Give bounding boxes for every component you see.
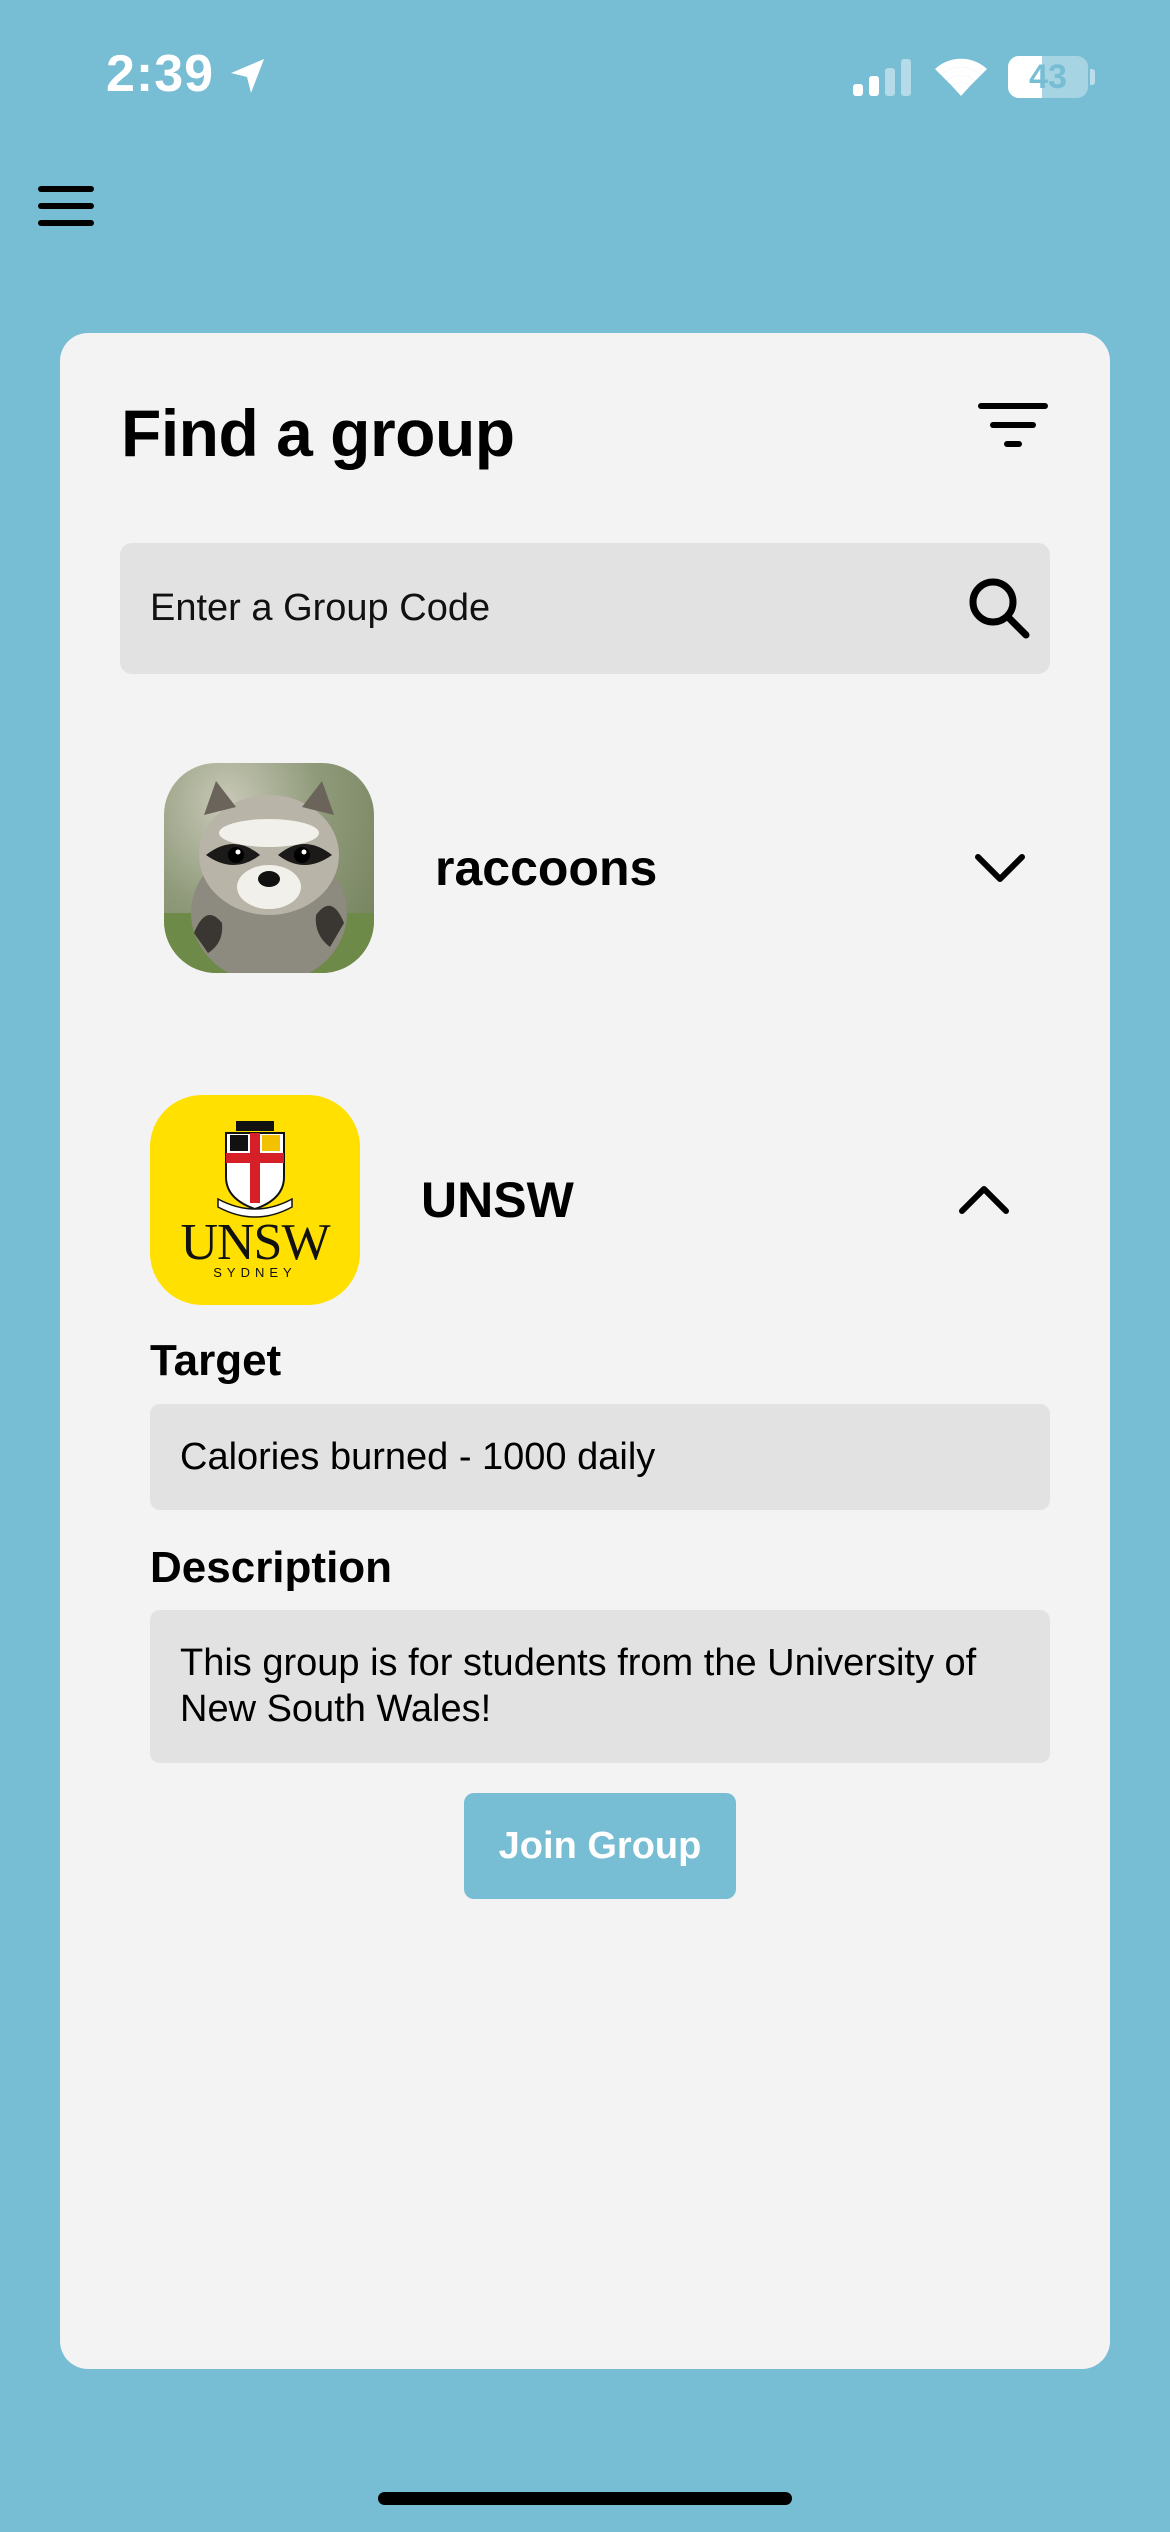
chevron-down-icon[interactable] xyxy=(974,851,1026,885)
target-field: Calories burned - 1000 daily xyxy=(150,1404,1050,1510)
search-box xyxy=(120,543,1050,674)
join-group-button[interactable]: Join Group xyxy=(464,1793,736,1899)
raccoon-avatar xyxy=(164,763,374,973)
battery-icon: 43 xyxy=(1008,56,1095,98)
page-title: Find a group xyxy=(121,396,515,470)
unsw-logo-text: UNSW xyxy=(180,1214,330,1271)
location-arrow-icon xyxy=(231,59,264,93)
search-icon[interactable] xyxy=(967,576,1031,640)
target-label: Target xyxy=(150,1336,282,1385)
unsw-avatar: UNSW SYDNEY xyxy=(150,1095,360,1305)
description-label: Description xyxy=(150,1543,393,1592)
status-time: 2:39 xyxy=(106,45,215,103)
wifi-icon xyxy=(935,58,987,96)
hamburger-menu-icon[interactable] xyxy=(38,186,94,226)
find-group-card: Find a group Enter a Group Code raccoons… xyxy=(60,333,1110,2369)
group-name-unsw: UNSW xyxy=(421,1172,574,1228)
home-indicator[interactable] xyxy=(378,2492,792,2505)
chevron-up-icon[interactable] xyxy=(958,1183,1010,1217)
description-field: This group is for students from the Univ… xyxy=(150,1610,1050,1763)
raccoon-photo xyxy=(164,781,374,973)
filter-icon[interactable] xyxy=(978,403,1048,449)
unsw-logo-subtext: SYDNEY xyxy=(213,1265,297,1280)
group-row-raccoons[interactable]: raccoons xyxy=(60,763,1110,973)
status-bar: 2:39 43 xyxy=(0,0,1170,150)
group-name-raccoons: raccoons xyxy=(435,840,658,896)
group-code-input[interactable] xyxy=(150,543,930,674)
cellular-signal-icon xyxy=(853,59,911,96)
group-row-unsw[interactable]: UNSW SYDNEY UNSW xyxy=(60,1095,1110,1305)
battery-level: 43 xyxy=(1029,58,1067,96)
